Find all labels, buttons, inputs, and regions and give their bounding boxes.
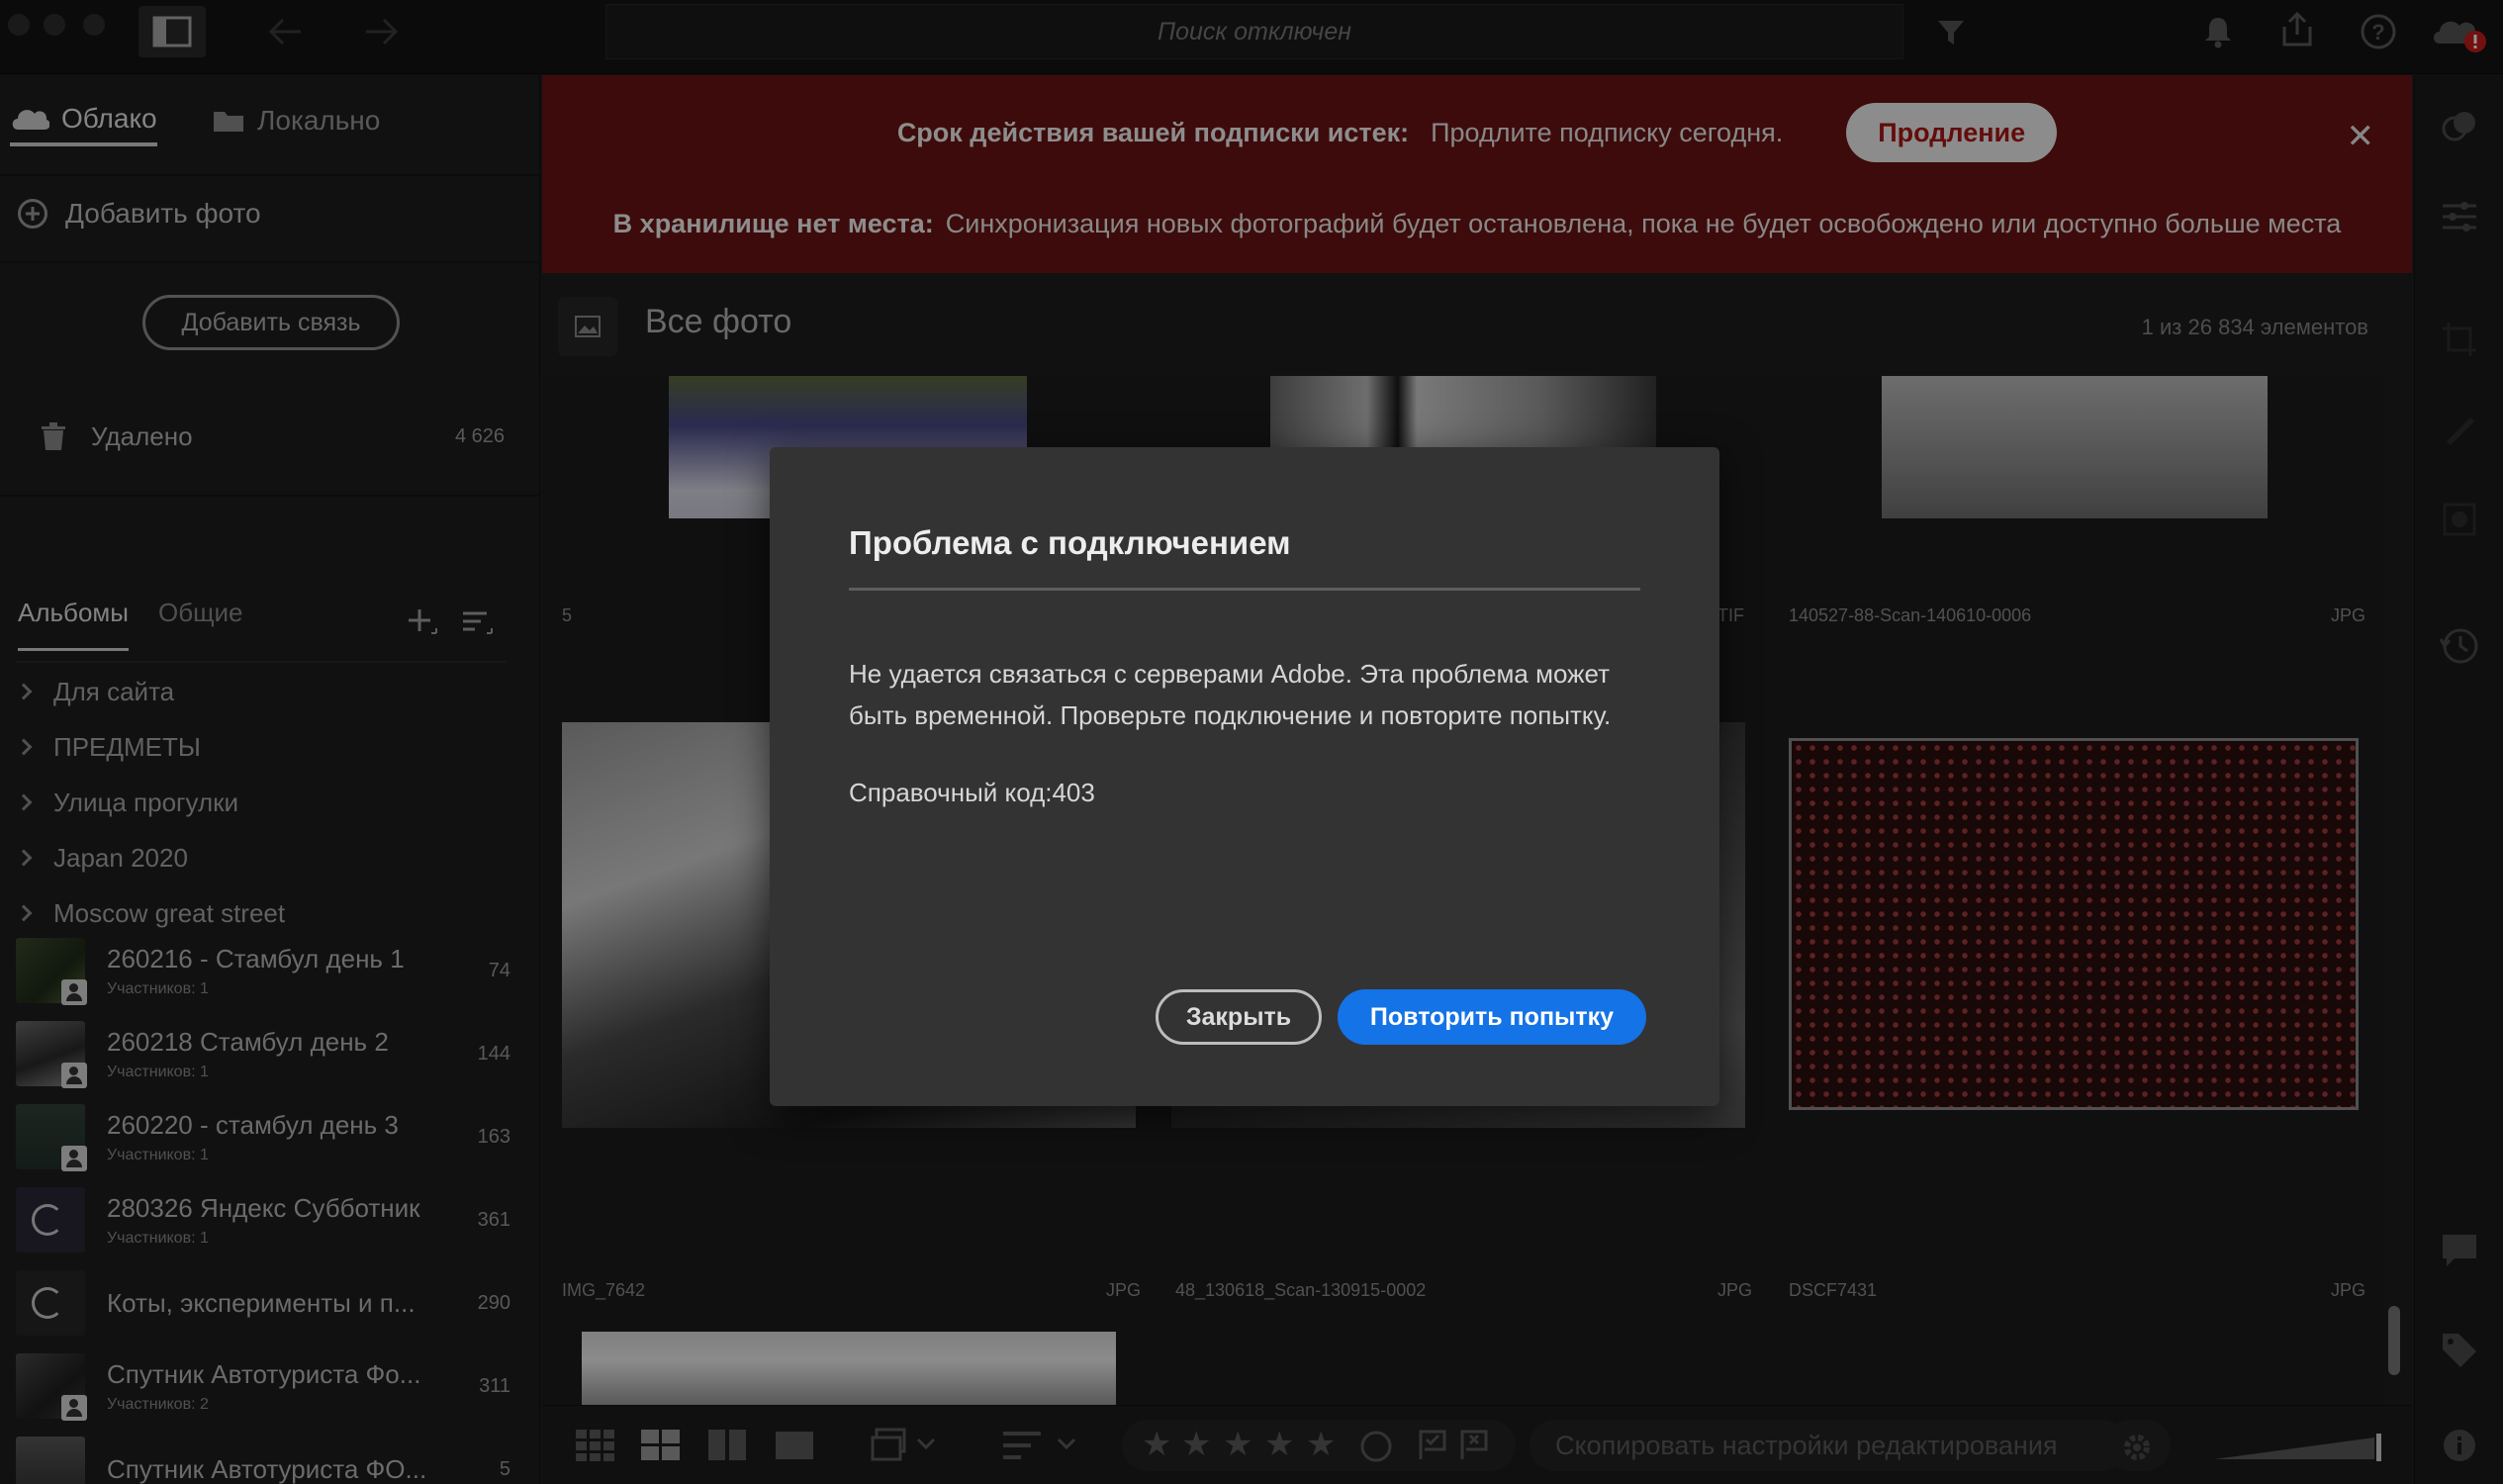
- close-button[interactable]: Закрыть: [1156, 989, 1322, 1045]
- retry-button[interactable]: Повторить попытку: [1338, 989, 1646, 1045]
- connection-error-dialog: Проблема с подключением Не удается связа…: [770, 447, 1719, 1106]
- dialog-title: Проблема с подключением: [849, 524, 1291, 561]
- dialog-divider: [849, 588, 1640, 591]
- dialog-reference-code: Справочный код:403: [849, 778, 1095, 807]
- dialog-message: Не удается связаться с серверами Adobe. …: [849, 659, 1612, 730]
